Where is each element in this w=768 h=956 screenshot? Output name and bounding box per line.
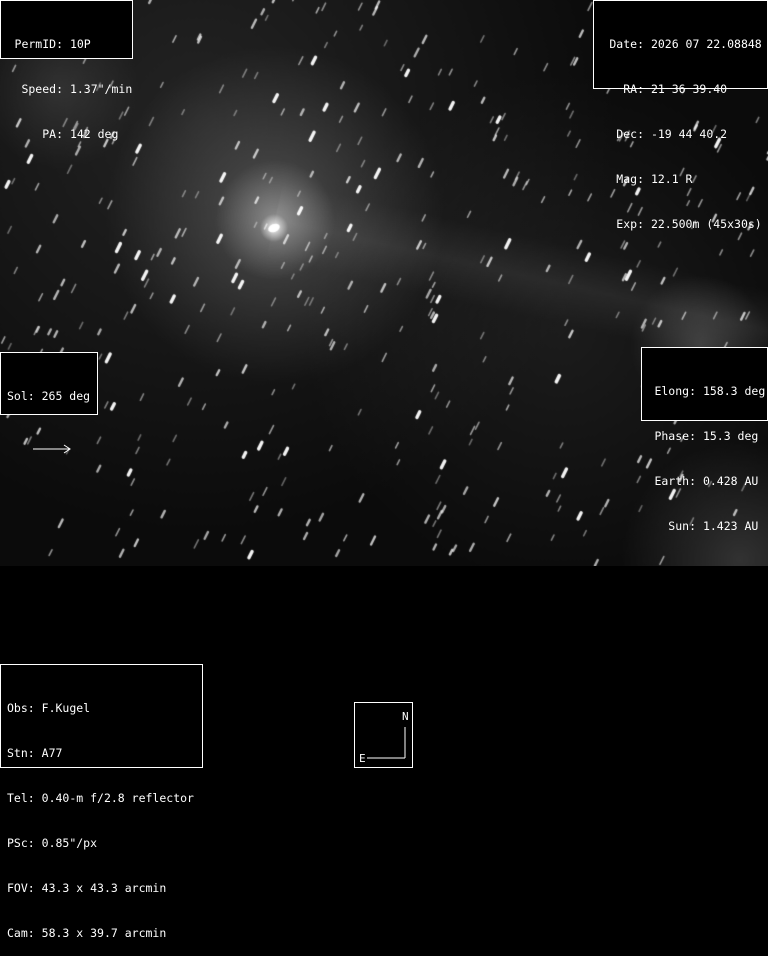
info-key: PermID: [14, 37, 63, 51]
info-key: PA: [42, 127, 63, 141]
geometry-panel: Elong: 158.3 deg Phase: 15.3 deg Earth: … [641, 347, 768, 533]
observer-panel: Obs: F.Kugel Stn: A77 Tel: 0.40-m f/2.8 … [0, 664, 203, 940]
info-key: PSc: [7, 836, 35, 850]
north-label: N [402, 710, 409, 723]
info-key: Mag: [616, 172, 644, 186]
info-value: 0.85"/px [41, 836, 98, 850]
info-key: Cam: [7, 926, 35, 940]
info-row: Speed: 1.37"/min [7, 82, 132, 97]
info-value: 2026 07 22.08848 [650, 37, 762, 51]
info-value: 142 deg [69, 127, 119, 141]
info-key: Dec: [616, 127, 644, 141]
sun-angle-label: Sol: 265 deg [7, 389, 91, 403]
info-value: -19 44 40.2 [650, 127, 728, 141]
info-row: Sun: 1.423 AU [648, 519, 761, 534]
east-label: E [359, 752, 366, 765]
info-key: Exp: [616, 217, 644, 231]
info-key: Obs: [7, 701, 35, 715]
info-key: Phase: [654, 429, 696, 443]
info-row: Phase: 15.3 deg [648, 429, 761, 444]
info-value: 43.3 x 43.3 arcmin [41, 881, 167, 895]
info-row: Tel: 0.40-m f/2.8 reflector [7, 791, 196, 806]
info-row: Obs: F.Kugel [7, 701, 196, 716]
info-key: Earth: [654, 474, 696, 488]
info-row: Stn: A77 [7, 746, 196, 761]
info-row: Exp: 22.500m (45x30s) [600, 217, 761, 232]
info-value: F.Kugel [41, 701, 91, 715]
info-value: 0.40-m f/2.8 reflector [41, 791, 194, 805]
info-value: 12.1 R [650, 172, 693, 186]
info-row: Elong: 158.3 deg [648, 384, 765, 399]
comet-id-panel: PermID: 10P Speed: 1.37"/min PA: 142 deg [0, 0, 133, 141]
info-key: Tel: [7, 791, 35, 805]
info-row: Mag: 12.1 R [600, 172, 761, 187]
info-value: 58.3 x 39.7 arcmin [41, 926, 167, 940]
info-row: Earth: 0.428 AU [648, 474, 761, 489]
info-key: FOV: [7, 881, 35, 895]
info-value: 21 36 39.40 [650, 82, 728, 96]
info-key: Stn: [7, 746, 35, 760]
info-row: FOV: 43.3 x 43.3 arcmin [7, 881, 196, 896]
info-value: 158.3 deg [702, 384, 766, 398]
info-row: Dec: -19 44 40.2 [600, 127, 761, 142]
sun-direction-panel: Sol: 265 deg [0, 352, 98, 454]
info-row: Cam: 58.3 x 39.7 arcmin [7, 926, 196, 941]
info-key: Speed: [21, 82, 63, 96]
info-row: RA: 21 36 39.40 [600, 82, 761, 97]
info-key: Sun: [668, 519, 696, 533]
info-key: Elong: [654, 384, 696, 398]
info-value: 10P [69, 37, 91, 51]
info-value: A77 [41, 746, 63, 760]
compass-rose: N E [354, 702, 413, 768]
info-row: PermID: 10P [7, 37, 126, 52]
info-key: RA: [623, 82, 644, 96]
info-row: PA: 142 deg [7, 127, 126, 142]
info-value: 22.500m (45x30s) [650, 217, 762, 231]
info-value: 15.3 deg [702, 429, 759, 443]
info-row: Date: 2026 07 22.08848 [600, 37, 761, 52]
info-key: Date: [609, 37, 644, 51]
info-value: 1.423 AU [702, 519, 759, 533]
arrow-right-icon [33, 444, 71, 454]
ephemeris-panel: Date: 2026 07 22.08848 RA: 21 36 39.40 D… [593, 0, 768, 231]
info-row: PSc: 0.85"/px [7, 836, 196, 851]
info-value: 1.37"/min [69, 82, 133, 96]
info-value: 0.428 AU [702, 474, 759, 488]
